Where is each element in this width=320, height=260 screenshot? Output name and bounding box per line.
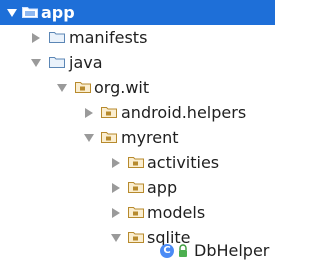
folder-icon [49,57,65,68]
package-icon [101,132,117,143]
package-icon [101,107,117,118]
project-tree: app manifests java org.wit android.helpe… [0,0,275,260]
chevron-right-icon[interactable] [30,32,42,44]
tree-item-app-package[interactable]: app [0,175,275,200]
chevron-right-icon[interactable] [110,182,122,194]
tree-item-java[interactable]: java [0,50,275,75]
tree-item-label: manifests [69,28,148,47]
chevron-right-icon[interactable] [110,157,122,169]
tree-item-label: models [147,203,206,222]
tree-item-org-wit[interactable]: org.wit [0,75,275,100]
chevron-down-icon[interactable] [83,132,95,144]
tree-item-label: android.helpers [121,103,247,122]
tree-item-label: app [41,3,75,22]
package-icon [128,207,144,218]
tree-item-label: java [69,53,103,72]
tree-item-activities[interactable]: activities [0,150,275,175]
chevron-right-icon[interactable] [110,207,122,219]
package-icon [128,157,144,168]
tree-item-android-helpers[interactable]: android.helpers [0,100,275,125]
tree-item-myrent[interactable]: myrent [0,125,275,150]
tree-item-label: activities [147,153,220,172]
chevron-down-icon[interactable] [30,57,42,69]
tree-item-label: app [147,178,178,197]
tree-item-manifests[interactable]: manifests [0,25,275,50]
tree-item-app[interactable]: app [0,0,275,25]
tree-item-models[interactable]: models [0,200,275,225]
class-icon: C [160,244,174,258]
package-icon [128,182,144,193]
tree-item-label: myrent [121,128,179,147]
chevron-down-icon[interactable] [56,82,68,94]
chevron-down-icon[interactable] [6,7,18,19]
tree-item-label: org.wit [94,78,150,97]
lock-icon [179,244,187,257]
module-folder-icon [22,7,38,18]
package-icon [75,82,91,93]
folder-icon [49,32,65,43]
tree-item-dbhelper[interactable]: C DbHelper [0,241,275,260]
chevron-right-icon[interactable] [83,107,95,119]
tree-item-label: DbHelper [194,241,270,260]
